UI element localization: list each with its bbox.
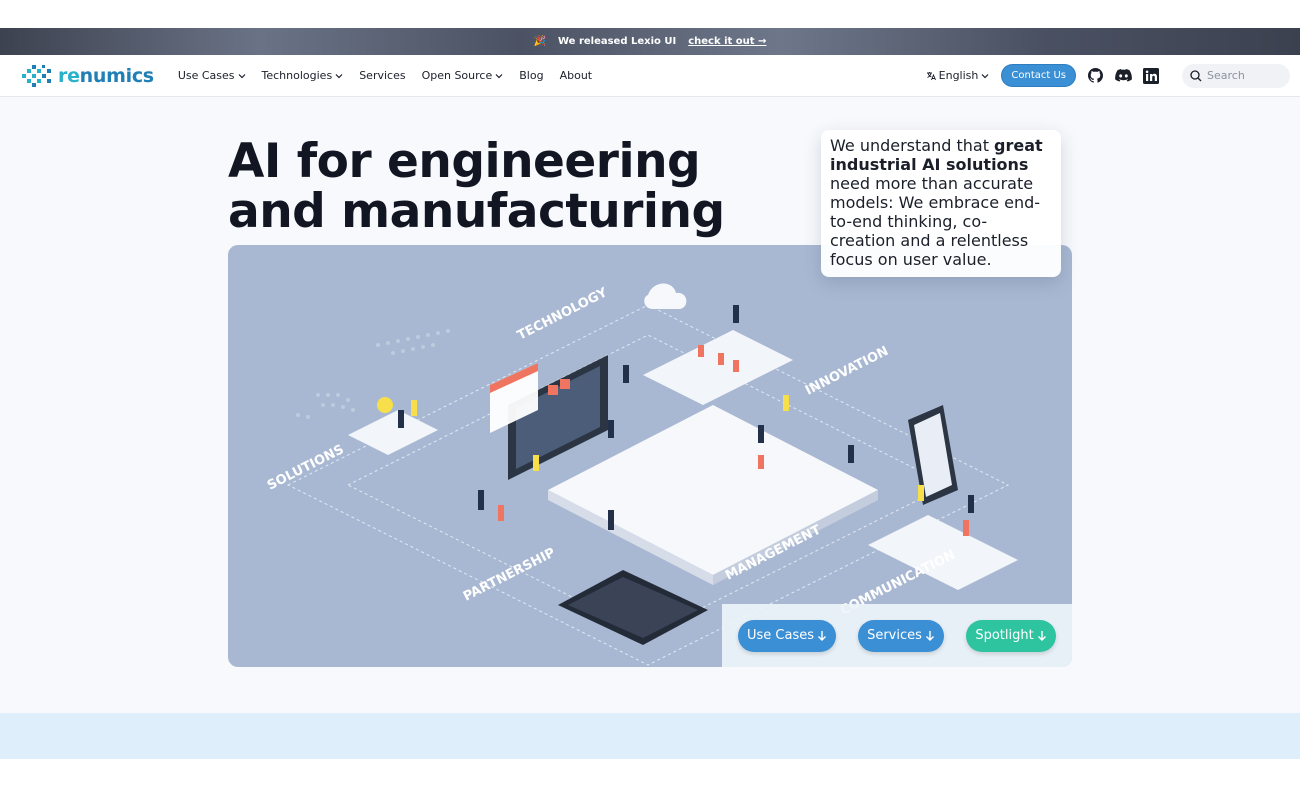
party-icon: 🎉 — [533, 36, 546, 47]
bottom-gap — [0, 759, 1300, 788]
nav-item-technologies[interactable]: Technologies — [262, 69, 344, 82]
logo-mark-icon — [22, 64, 51, 87]
language-selector[interactable]: English — [926, 69, 990, 82]
spotlight-button[interactable]: Spotlight — [966, 619, 1056, 652]
discord-icon[interactable] — [1114, 67, 1132, 85]
nav-item-use-cases[interactable]: Use Cases — [178, 69, 246, 82]
services-button[interactable]: Services — [858, 619, 944, 652]
nav-items: Use Cases Technologies Services Open Sou… — [178, 69, 592, 82]
arrow-down-icon — [925, 631, 934, 641]
main-navigation: renumics Use Cases Technologies Services… — [0, 55, 1300, 97]
contact-us-button[interactable]: Contact Us — [1001, 64, 1076, 87]
search-input[interactable]: Search — [1182, 63, 1290, 88]
hero-section: AI for engineering and manufacturing TEC… — [0, 97, 1300, 713]
use-cases-button[interactable]: Use Cases — [738, 619, 836, 652]
logo-text: renumics — [58, 64, 154, 87]
nav-item-blog[interactable]: Blog — [519, 69, 543, 82]
top-gap — [0, 0, 1300, 28]
page-title: AI for engineering and manufacturing — [228, 134, 725, 239]
announcement-link[interactable]: check it out → — [688, 36, 766, 47]
search-icon — [1190, 69, 1202, 81]
hero-callout: We understand that great industrial AI s… — [821, 130, 1061, 277]
nav-item-open-source[interactable]: Open Source — [422, 69, 504, 82]
arrow-down-icon — [818, 631, 826, 641]
illustration-label-solutions: SOLUTIONS — [265, 442, 346, 493]
section-band — [0, 713, 1300, 759]
linkedin-icon[interactable] — [1142, 67, 1160, 85]
announcement-bar: 🎉 We released Lexio UI check it out → — [0, 28, 1300, 55]
arrow-down-icon — [1037, 631, 1046, 641]
chevron-down-icon — [981, 73, 989, 78]
illustration-label-innovation: INNOVATION — [803, 344, 891, 399]
search-placeholder: Search — [1207, 69, 1245, 82]
chevron-down-icon — [335, 73, 343, 78]
chevron-down-icon — [495, 73, 503, 78]
announcement-text: We released Lexio UI — [558, 36, 677, 47]
nav-right-group: English Contact Us Search — [926, 63, 1290, 88]
hero-button-bar: Use Cases Services Spotlight — [722, 604, 1072, 667]
nav-item-about[interactable]: About — [560, 69, 593, 82]
github-icon[interactable] — [1086, 67, 1104, 85]
nav-item-services[interactable]: Services — [359, 69, 405, 82]
logo[interactable]: renumics — [22, 64, 154, 87]
translate-icon — [926, 71, 936, 80]
illustration-label-technology: TECHNOLOGY — [515, 285, 610, 343]
chevron-down-icon — [238, 73, 245, 78]
